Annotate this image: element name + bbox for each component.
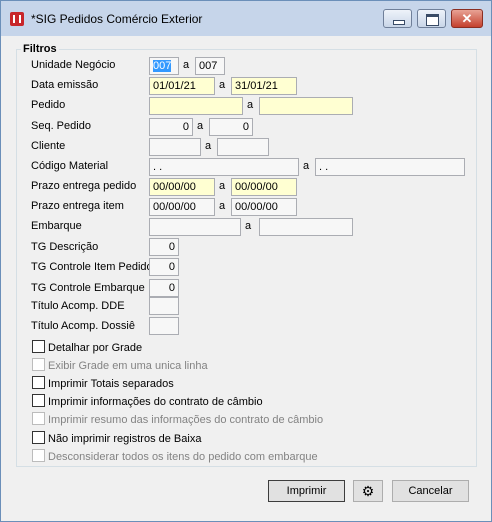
checkbox-box[interactable] — [32, 431, 45, 444]
detalhar-por-grade-checkbox[interactable]: Detalhar por Grade — [32, 340, 142, 354]
minimize-button[interactable] — [383, 9, 412, 28]
dialog-body: Filtros Unidade Negócio 007 a 007 Data e… — [9, 37, 484, 513]
filters-group-title: Filtros — [21, 43, 59, 55]
cliente-to-input[interactable] — [217, 138, 269, 156]
prazo-entrega-pedido-from-input[interactable]: 00/00/00 — [149, 178, 215, 196]
nao-imprimir-baixa-label: Não imprimir registros de Baixa — [48, 433, 202, 445]
maximize-button[interactable] — [417, 9, 446, 28]
dialog-window: *SIG Pedidos Comércio Exterior ✕ Filtros… — [0, 0, 492, 522]
prazo-entrega-item-to-input[interactable]: 00/00/00 — [231, 198, 297, 216]
close-button[interactable]: ✕ — [451, 9, 483, 28]
cliente-separator: a — [205, 140, 212, 152]
desconsiderar-itens-embarque-label: Desconsiderar todos os itens do pedido c… — [48, 451, 318, 463]
nao-imprimir-baixa-checkbox[interactable]: Não imprimir registros de Baixa — [32, 431, 201, 445]
checkbox-box — [32, 412, 45, 425]
tg-controle-embarque-input[interactable]: 0 — [149, 279, 179, 297]
tg-controle-item-pedido-label: TG Controle Item Pedido — [31, 261, 153, 273]
prazo-entrega-item-label: Prazo entrega item — [31, 200, 124, 212]
maximize-icon — [426, 14, 439, 26]
cancelar-button[interactable]: Cancelar — [392, 480, 469, 502]
seq-pedido-separator: a — [197, 120, 204, 132]
prazo-entrega-pedido-to-input[interactable]: 00/00/00 — [231, 178, 297, 196]
unidade-negocio-separator: a — [183, 59, 190, 71]
titulo-acomp-dossie-input[interactable] — [149, 317, 179, 335]
cliente-from-input[interactable] — [149, 138, 201, 156]
cliente-label: Cliente — [31, 140, 66, 152]
unidade-negocio-from-input[interactable]: 007 — [149, 57, 179, 75]
codigo-material-from-input[interactable]: . . — [149, 158, 299, 176]
data-emissao-to-input[interactable]: 31/01/21 — [231, 77, 297, 95]
checkbox-box — [32, 449, 45, 462]
prazo-entrega-pedido-label: Prazo entrega pedido — [31, 180, 137, 192]
unidade-negocio-label: Unidade Negócio — [31, 59, 116, 71]
pedido-label: Pedido — [31, 99, 66, 111]
titulo-acomp-dde-input[interactable] — [149, 297, 179, 315]
embarque-to-input[interactable] — [259, 218, 353, 236]
checkbox-box — [32, 358, 45, 371]
prazo-entrega-item-from-input[interactable]: 00/00/00 — [149, 198, 215, 216]
titulo-acomp-dde-label: Título Acomp. DDE — [31, 300, 125, 312]
embarque-separator: a — [245, 220, 252, 232]
prazo-entrega-pedido-separator: a — [219, 180, 226, 192]
imprimir-resumo-contrato-cambio-checkbox: Imprimir resumo das informações do contr… — [32, 412, 323, 426]
embarque-from-input[interactable] — [149, 218, 241, 236]
detalhar-por-grade-label: Detalhar por Grade — [48, 342, 143, 354]
imprimir-button[interactable]: Imprimir — [268, 480, 345, 502]
imprimir-contrato-cambio-checkbox[interactable]: Imprimir informações do contrato de câmb… — [32, 394, 263, 408]
exibir-grade-unica-linha-label: Exibir Grade em uma unica linha — [48, 360, 208, 372]
app-logo-icon — [10, 12, 24, 26]
checkbox-box[interactable] — [32, 376, 45, 389]
gear-icon: ⚙ — [361, 483, 375, 499]
settings-button[interactable]: ⚙ — [353, 480, 383, 502]
exibir-grade-unica-linha-checkbox: Exibir Grade em uma unica linha — [32, 358, 208, 372]
embarque-label: Embarque — [31, 220, 82, 232]
pedido-separator: a — [247, 99, 254, 111]
close-icon: ✕ — [461, 11, 473, 26]
data-emissao-label: Data emissão — [31, 79, 99, 91]
imprimir-totais-separados-checkbox[interactable]: Imprimir Totais separados — [32, 376, 174, 390]
window-title: *SIG Pedidos Comércio Exterior — [31, 12, 203, 26]
imprimir-contrato-cambio-label: Imprimir informações do contrato de câmb… — [48, 396, 263, 408]
tg-controle-embarque-label: TG Controle Embarque — [31, 282, 145, 294]
pedido-from-input[interactable] — [149, 97, 243, 115]
seq-pedido-from-input[interactable]: 0 — [149, 118, 193, 136]
checkbox-box[interactable] — [32, 340, 45, 353]
prazo-entrega-item-separator: a — [219, 200, 226, 212]
tg-descricao-input[interactable]: 0 — [149, 238, 179, 256]
codigo-material-separator: a — [303, 160, 310, 172]
checkbox-box[interactable] — [32, 394, 45, 407]
seq-pedido-to-input[interactable]: 0 — [209, 118, 253, 136]
imprimir-resumo-contrato-cambio-label: Imprimir resumo das informações do contr… — [48, 414, 324, 426]
unidade-negocio-to-input[interactable]: 007 — [195, 57, 225, 75]
codigo-material-label: Código Material — [31, 160, 109, 172]
imprimir-totais-separados-label: Imprimir Totais separados — [48, 378, 174, 390]
title-bar[interactable]: *SIG Pedidos Comércio Exterior ✕ — [1, 1, 491, 36]
data-emissao-from-input[interactable]: 01/01/21 — [149, 77, 215, 95]
unidade-negocio-from-value: 007 — [153, 60, 172, 72]
codigo-material-to-input[interactable]: . . — [315, 158, 465, 176]
pedido-to-input[interactable] — [259, 97, 353, 115]
titulo-acomp-dossie-label: Título Acomp. Dossiê — [31, 320, 135, 332]
seq-pedido-label: Seq. Pedido — [31, 120, 91, 132]
minimize-icon — [393, 20, 405, 25]
tg-controle-item-pedido-input[interactable]: 0 — [149, 258, 179, 276]
desconsiderar-itens-embarque-checkbox: Desconsiderar todos os itens do pedido c… — [32, 449, 318, 463]
tg-descricao-label: TG Descrição — [31, 241, 99, 253]
data-emissao-separator: a — [219, 79, 226, 91]
